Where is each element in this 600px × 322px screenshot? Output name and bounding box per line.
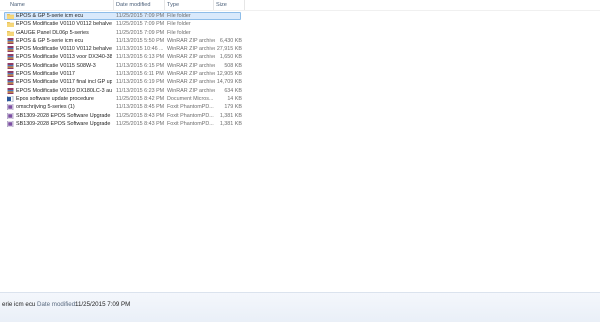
file-size — [212, 29, 242, 37]
file-date-modified: 11/25/2015 8:43 PM — [116, 112, 164, 119]
file-name: Epos software update procedure — [16, 95, 94, 102]
file-name: EPOS Modificatie V0117 — [16, 71, 75, 78]
file-type: Foxit PhantomPD... — [167, 112, 214, 119]
file-name: EPOS & GP 5-serie icm ecu — [16, 13, 84, 19]
file-size: 179 KB — [224, 104, 242, 111]
file-type: WinRAR ZIP archive — [167, 62, 215, 69]
file-row[interactable]: EPOS Modificatie V0113 voor DX340-380LC 1… — [0, 53, 600, 61]
file-row[interactable]: EPOS Modificatie V0117 11/13/2015 6:11 PM… — [0, 70, 600, 78]
file-name: EPOS Modificatie V0113 voor DX340-380LC — [16, 54, 112, 61]
file-row[interactable]: omschrijving 5-series (1) 11/13/2015 8:45… — [0, 103, 600, 111]
file-row[interactable]: EPOS Modificatie V0110 V0112 behalve D..… — [0, 20, 600, 28]
file-name: GAUGE Panel DL06p 5-series — [16, 29, 89, 36]
file-type: File folder — [167, 13, 191, 19]
file-row[interactable]: EPOS Modificatie V0117 final incl GP upd… — [0, 78, 600, 86]
file-type: Document Micros... — [167, 95, 214, 102]
file-type: WinRAR ZIP archive — [167, 46, 215, 53]
file-size: 12,905 KB — [216, 71, 242, 78]
file-date-modified: 11/13/2015 6:23 PM — [116, 87, 164, 94]
file-row[interactable]: EPOS Modificatie V0115 S08W-3 11/13/2015 … — [0, 62, 600, 70]
column-divider[interactable] — [244, 0, 245, 10]
winrar-icon — [7, 62, 14, 69]
file-size: 14 KB — [227, 95, 242, 102]
date-modified-value: 11/25/2015 7:09 PM — [75, 301, 131, 308]
file-type: Foxit PhantomPD... — [167, 120, 214, 127]
pdf-icon — [7, 103, 14, 111]
file-row[interactable]: EPOS & GP 5-serie icm ecu 11/25/2015 7:09… — [0, 12, 600, 20]
file-row[interactable]: EPOS & GP 5-serie icm ecu 11/13/2015 5:50… — [0, 37, 600, 45]
file-name: EPOS Modificatie V0110 V0112 behalve D..… — [16, 46, 112, 53]
file-date-modified: 11/25/2015 7:09 PM — [116, 13, 164, 19]
file-date-modified: 11/25/2015 7:09 PM — [116, 21, 164, 28]
word-document-icon — [7, 95, 14, 103]
file-name: EPOS & GP 5-serie icm ecu — [16, 37, 84, 44]
file-name: omschrijving 5-series (1) — [16, 104, 75, 111]
file-name: EPOS Modificatie V0117 final incl GP upd… — [16, 79, 112, 86]
column-divider[interactable] — [213, 0, 214, 10]
file-size: 6,430 KB — [219, 37, 242, 44]
file-row[interactable]: GAUGE Panel DL06p 5-series 11/25/2015 7:0… — [0, 29, 600, 37]
file-size: 14,709 KB — [216, 79, 242, 86]
details-pane: erie icm ecu Date modified: 11/25/2015 7… — [0, 292, 600, 322]
winrar-icon — [7, 71, 14, 78]
file-type: WinRAR ZIP archive — [167, 79, 215, 86]
file-type: File folder — [167, 29, 191, 36]
file-list: EPOS & GP 5-serie icm ecu 11/25/2015 7:09… — [0, 12, 600, 128]
file-size: 27,915 KB — [216, 46, 242, 53]
column-divider[interactable] — [113, 0, 114, 10]
date-modified-label: Date modified: — [37, 301, 77, 308]
file-date-modified: 11/13/2015 6:19 PM — [116, 79, 164, 86]
file-date-modified: 11/13/2015 6:11 PM — [116, 71, 164, 78]
file-size: 1,650 KB — [219, 54, 242, 61]
file-size: 1,381 KB — [219, 120, 242, 127]
file-type: Foxit PhantomPD... — [167, 104, 214, 111]
file-size: 508 KB — [224, 62, 242, 69]
file-date-modified: 11/13/2015 5:50 PM — [116, 37, 164, 44]
file-row[interactable]: Epos software update procedure 11/25/2015… — [0, 95, 600, 103]
file-type: WinRAR ZIP archive — [167, 71, 215, 78]
file-row[interactable]: EPOS Modificatie V0119 DX180LC-3 auto i.… — [0, 87, 600, 95]
folder-icon — [7, 21, 14, 28]
column-header-bar: Name Date modified Type Size — [0, 0, 600, 11]
selected-item-name: erie icm ecu — [2, 301, 36, 308]
winrar-icon — [7, 54, 14, 61]
file-size: 634 KB — [224, 87, 242, 94]
file-name: SB1309-2028 EPOS Software Upgrade Ma... — [16, 112, 112, 119]
winrar-icon — [7, 79, 14, 86]
column-divider[interactable] — [164, 0, 165, 10]
file-date-modified: 11/13/2015 6:13 PM — [116, 54, 164, 61]
winrar-icon — [7, 37, 14, 44]
file-type: WinRAR ZIP archive — [167, 37, 215, 44]
file-name: EPOS Modificatie V0119 DX180LC-3 auto i.… — [16, 87, 112, 94]
column-header-name[interactable]: Name — [10, 1, 25, 9]
file-date-modified: 11/13/2015 10:46 ... — [116, 46, 164, 53]
file-type: File folder — [167, 21, 191, 28]
folder-icon — [7, 13, 14, 19]
winrar-icon — [7, 46, 14, 53]
file-size — [212, 12, 242, 20]
folder-icon — [7, 30, 14, 36]
file-type: WinRAR ZIP archive — [167, 54, 215, 61]
file-name: SB1309-2028 EPOS Software Upgrade Ma... — [16, 120, 112, 127]
column-header-date-modified[interactable]: Date modified — [116, 1, 151, 9]
file-date-modified: 11/25/2015 8:43 PM — [116, 120, 164, 127]
file-date-modified: 11/13/2015 8:45 PM — [116, 104, 164, 111]
file-size: 1,381 KB — [219, 112, 242, 119]
pdf-icon — [7, 112, 14, 119]
file-size — [212, 20, 242, 28]
file-type: WinRAR ZIP archive — [167, 87, 215, 94]
column-header-type[interactable]: Type — [167, 1, 179, 9]
file-date-modified: 11/25/2015 7:09 PM — [116, 29, 164, 36]
file-name: EPOS Modificatie V0110 V0112 behalve D..… — [16, 21, 112, 28]
pdf-icon — [7, 120, 14, 128]
file-row[interactable]: EPOS Modificatie V0110 V0112 behalve D..… — [0, 45, 600, 53]
file-row[interactable]: SB1309-2028 EPOS Software Upgrade Ma... 1… — [0, 112, 600, 120]
file-date-modified: 11/25/2015 8:42 PM — [116, 95, 164, 102]
file-row[interactable]: SB1309-2028 EPOS Software Upgrade Ma... 1… — [0, 120, 600, 128]
winrar-icon — [7, 87, 14, 94]
file-date-modified: 11/13/2015 6:15 PM — [116, 62, 164, 69]
column-header-size[interactable]: Size — [216, 1, 227, 9]
file-explorer-window: Name Date modified Type Size EPOS & GP 5… — [0, 0, 600, 322]
file-name: EPOS Modificatie V0115 S08W-3 — [16, 62, 96, 69]
